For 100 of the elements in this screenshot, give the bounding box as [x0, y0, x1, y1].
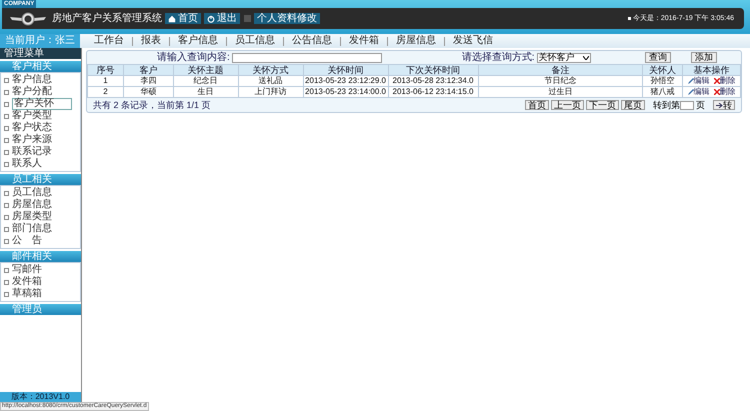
bullet-icon: [628, 17, 631, 20]
menu-item[interactable]: 联系人: [12, 159, 42, 169]
item-icon: [4, 102, 9, 106]
app-title: 房地产客户关系管理系统: [52, 14, 162, 24]
item-icon: [4, 126, 9, 130]
item-icon: [4, 238, 9, 244]
column-header: 下次关怀时间: [388, 64, 478, 76]
item-icon: [4, 162, 9, 166]
menu-item[interactable]: 房屋信息: [12, 200, 52, 210]
nav-tab[interactable]: 房屋信息: [392, 36, 440, 46]
column-header: 基本操作: [682, 64, 740, 76]
item-icon: [4, 280, 9, 284]
table-cell: 猪八戒: [642, 86, 683, 98]
pager-button[interactable]: 上一页: [551, 100, 584, 110]
pager-button[interactable]: 首页: [525, 100, 549, 110]
menu-item[interactable]: 房屋类型: [12, 212, 52, 222]
chevron-down-icon: [582, 56, 589, 60]
menu-item[interactable]: 员工信息: [12, 188, 52, 198]
menu-item[interactable]: 客户关怀: [12, 98, 72, 110]
table-cell: 2013-05-28 23:12:34.0: [388, 76, 478, 86]
item-icon: [4, 202, 9, 208]
header-button[interactable]: 退出: [204, 13, 240, 24]
page-unit-label: 页: [696, 100, 705, 110]
nav-tab[interactable]: 公告信息: [288, 36, 336, 46]
table-cell: 节日纪念: [478, 76, 643, 86]
delete-link[interactable]: 删除: [714, 76, 736, 86]
item-icon: [4, 190, 9, 196]
table-cell: 华硕: [123, 86, 174, 98]
nav-tab[interactable]: 员工信息: [231, 36, 279, 46]
menu-item[interactable]: 客户来源: [12, 135, 52, 145]
menu-item[interactable]: 部门信息: [12, 224, 52, 234]
square-icon: [244, 15, 251, 22]
table-cell: 纪念日: [173, 76, 238, 86]
menu-item[interactable]: 客户信息: [12, 75, 52, 85]
column-header: 备注: [478, 64, 643, 76]
page-number-field[interactable]: [680, 100, 694, 110]
table-cell: 孙悟空: [642, 76, 683, 86]
table-cell: 李四: [123, 76, 174, 86]
menu-item[interactable]: 写邮件: [12, 265, 42, 275]
record-summary: 共有 2 条记录，当前第 1/1 页: [93, 100, 211, 110]
column-header: 关怀人: [642, 64, 683, 76]
edit-link[interactable]: 编辑: [688, 76, 710, 86]
item-icon: [4, 214, 9, 220]
delete-link[interactable]: 删除: [714, 87, 736, 97]
menu-item[interactable]: 客户状态: [12, 123, 52, 133]
nav-tab[interactable]: 客户信息: [174, 36, 222, 46]
item-icon: [4, 150, 9, 154]
item-icon: [4, 226, 9, 232]
table-cell: 送礼品: [238, 76, 304, 86]
item-icon: [4, 268, 9, 272]
search-button[interactable]: 添加: [691, 52, 717, 63]
table-cell: 2013-05-23 23:12:29.0: [303, 76, 388, 86]
edit-link[interactable]: 编辑: [688, 87, 710, 97]
menu-item[interactable]: 发件箱: [12, 277, 42, 287]
column-header: 客户: [123, 64, 174, 76]
menu-item[interactable]: 客户分配: [12, 87, 52, 97]
nav-tab[interactable]: 工作台: [90, 36, 128, 46]
pager-button[interactable]: 下一页: [586, 100, 619, 110]
mode-label: 请选择查询方式:: [462, 52, 535, 62]
menu-item[interactable]: 客户类型: [12, 111, 52, 121]
search-field[interactable]: [232, 52, 382, 62]
pager-button[interactable]: 尾页: [621, 100, 645, 110]
home-icon: [168, 14, 176, 22]
column-header: 关怀方式: [238, 64, 304, 76]
table-cell: 2013-05-23 23:14:00.0: [303, 86, 388, 98]
menu-item[interactable]: 公 告: [12, 236, 42, 246]
menu-item[interactable]: 联系记录: [12, 147, 52, 157]
item-icon: [4, 114, 9, 118]
search-button[interactable]: 查询: [645, 52, 671, 63]
column-header: 关怀主题: [173, 64, 238, 76]
header-button[interactable]: 首页: [165, 13, 201, 24]
search-label: 请输入查询内容:: [157, 52, 230, 62]
winged-logo-icon: [8, 10, 48, 26]
item-icon: [4, 78, 9, 82]
column-header: 序号: [88, 64, 124, 76]
table-cell: 生日: [173, 86, 238, 98]
close-icon: [714, 78, 720, 84]
column-header: 关怀时间: [303, 64, 388, 76]
query-mode-select[interactable]: 关怀客户: [536, 52, 591, 62]
item-icon: [4, 90, 9, 94]
power-icon: [207, 14, 215, 22]
menu-title: 管理菜单: [0, 48, 81, 59]
goto-label: 转到第: [653, 100, 680, 110]
arrow-right-icon: [716, 102, 723, 108]
nav-tab[interactable]: 发送飞信: [449, 36, 497, 46]
item-icon: [4, 138, 9, 142]
table-cell: 过生日: [478, 86, 643, 98]
table-cell: 上门拜访: [238, 86, 304, 98]
table-cell: 2013-06-12 23:14:15.0: [388, 86, 478, 98]
nav-tab[interactable]: 发件箱: [345, 36, 383, 46]
go-button[interactable]: 转: [713, 100, 735, 110]
table-cell: 2: [88, 86, 124, 98]
version-label: 版本：2013V1.0: [0, 392, 81, 402]
header-button[interactable]: 个人资料修改: [254, 13, 320, 24]
close-icon: [714, 89, 720, 95]
current-user: 当前用户：张三: [0, 34, 80, 48]
item-icon: [4, 292, 9, 296]
menu-item[interactable]: 草稿箱: [12, 289, 42, 299]
nav-tab[interactable]: 报表: [137, 36, 165, 46]
table-cell: 1: [88, 76, 124, 86]
